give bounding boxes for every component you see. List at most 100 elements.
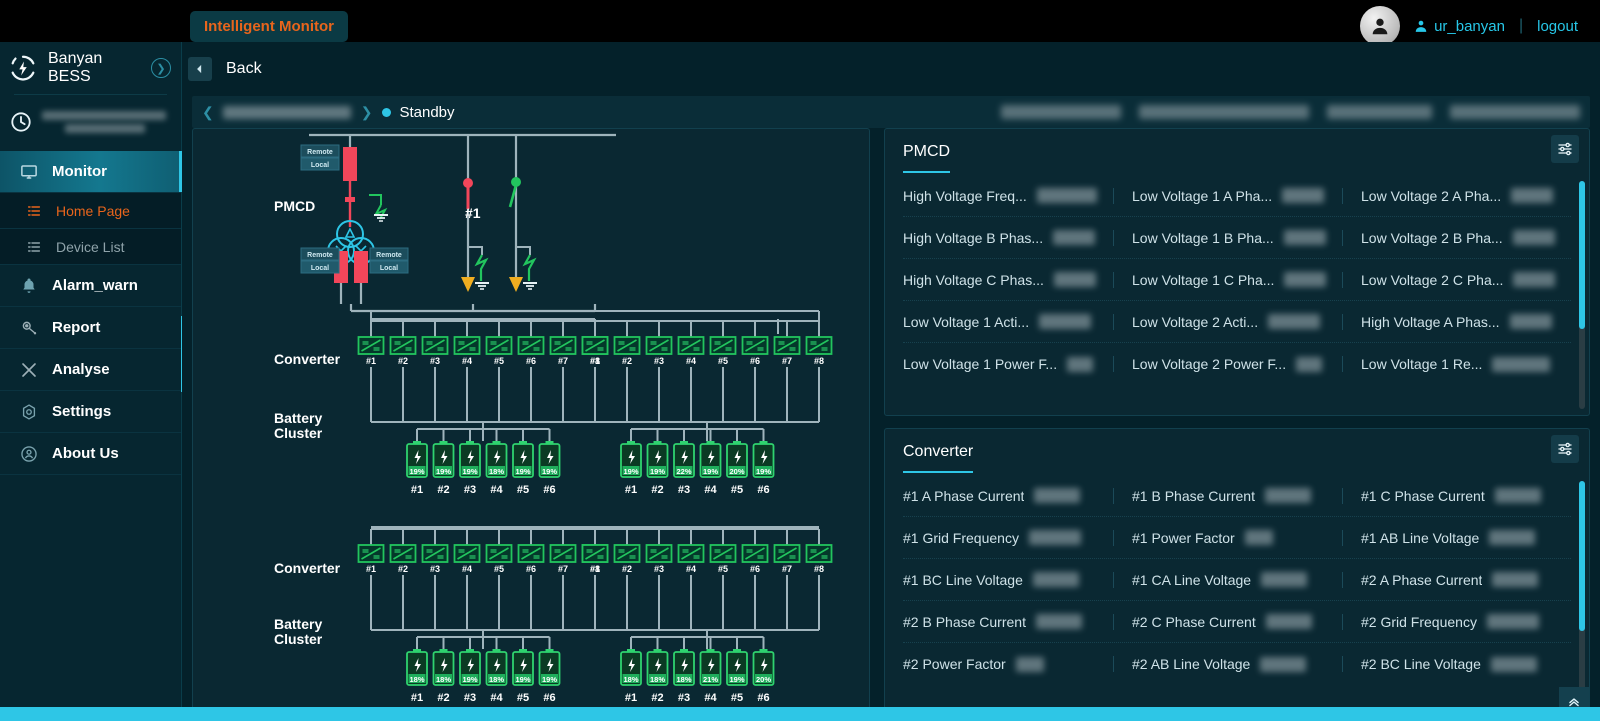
- battery-soc-label: 19%: [650, 467, 665, 476]
- converter-unit-a1-2[interactable]: [389, 336, 417, 355]
- battery-soc-label: 19%: [462, 467, 477, 476]
- sidebar-item-label: About Us: [52, 445, 119, 462]
- sidebar-item-device-list[interactable]: Device List: [0, 229, 181, 265]
- converter-unit-b2-2[interactable]: [613, 544, 641, 563]
- converter-label: #3: [430, 564, 440, 574]
- battery-soc-label: 18%: [623, 675, 638, 684]
- converter-label: #7: [558, 356, 568, 366]
- sidebar-item-alarm-warn[interactable]: Alarm_warn: [0, 265, 181, 307]
- chevron-right-circle-icon[interactable]: ❯: [151, 58, 171, 78]
- metric-value: [1032, 572, 1079, 587]
- metric-value: [1284, 272, 1327, 287]
- metric-label: #2 Grid Frequency: [1361, 613, 1477, 630]
- user-avatar-icon[interactable]: [1360, 6, 1401, 46]
- username-display[interactable]: ur_banyan: [1414, 18, 1505, 35]
- clock-icon: [11, 112, 31, 132]
- converter-unit-a2-1[interactable]: [357, 544, 385, 563]
- sidebar-item-about-us[interactable]: About Us: [0, 433, 181, 475]
- converter-unit-a1-6[interactable]: [517, 336, 545, 355]
- metric-label: #1 BC Line Voltage: [903, 571, 1023, 588]
- metric-item: #2 C Phase Current: [1113, 613, 1342, 630]
- converter-unit-a2-5[interactable]: [485, 544, 513, 563]
- chevron-right-icon[interactable]: ❯: [361, 104, 373, 121]
- metric-label: #1 B Phase Current: [1132, 487, 1255, 504]
- filter-settings-icon[interactable]: [1551, 135, 1579, 163]
- converter-label: #7: [558, 564, 568, 574]
- scrollbar-thumb[interactable]: [1579, 181, 1585, 329]
- converter-label: #5: [494, 564, 504, 574]
- battery-label: #3: [464, 692, 476, 704]
- filter-settings-icon[interactable]: [1551, 435, 1579, 463]
- converter-unit-b2-5[interactable]: [709, 544, 737, 563]
- converter-unit-a2-6[interactable]: [517, 544, 545, 563]
- metric-value: [1036, 188, 1097, 203]
- converter-unit-b2-1[interactable]: [581, 544, 609, 563]
- user-icon: [1415, 20, 1427, 32]
- converter-unit-a2-2[interactable]: [389, 544, 417, 563]
- sidebar-item-settings[interactable]: Settings: [0, 391, 181, 433]
- converter-unit-b1-6[interactable]: [741, 336, 769, 355]
- converter-label: #4: [686, 356, 696, 366]
- logout-button[interactable]: logout: [1537, 18, 1578, 35]
- metric-row: #1 Grid Frequency #1 Power Factor #1 AB Li…: [903, 517, 1571, 559]
- converter-unit-a1-1[interactable]: [357, 336, 385, 355]
- converter-unit-a1-4[interactable]: [453, 336, 481, 355]
- metric-value: [1282, 188, 1325, 203]
- clock-info-row: [0, 95, 181, 149]
- metric-value: [1265, 614, 1312, 629]
- metric-item: #2 Power Factor: [903, 656, 1113, 672]
- converter-unit-b1-5[interactable]: [709, 336, 737, 355]
- converter-label: #3: [654, 564, 664, 574]
- converter-unit-a2-4[interactable]: [453, 544, 481, 563]
- converter-unit-b2-6[interactable]: [741, 544, 769, 563]
- battery-label: #4: [490, 692, 503, 704]
- converter-unit-b1-1[interactable]: [581, 336, 609, 355]
- metric-label: High Voltage B Phas...: [903, 229, 1044, 246]
- converter-unit-a1-5[interactable]: [485, 336, 513, 355]
- back-button[interactable]: [188, 57, 212, 81]
- metric-value: [1489, 530, 1536, 545]
- battery-soc-label: 18%: [489, 467, 504, 476]
- battery-label: #6: [757, 692, 769, 704]
- battery-soc-label: 18%: [676, 675, 691, 684]
- converter-label: #6: [526, 564, 536, 574]
- sidebar-item-label: Settings: [52, 403, 112, 420]
- converter-unit-b1-8[interactable]: [805, 336, 833, 355]
- list-icon: [27, 205, 41, 216]
- converter-unit-a1-7[interactable]: [549, 336, 577, 355]
- metric-value: [1494, 488, 1541, 503]
- brand-name: Banyan BESS: [48, 50, 103, 85]
- brand-header: Banyan BESS ❯: [0, 42, 181, 94]
- sidebar-item-home-page[interactable]: Home Page: [0, 193, 181, 229]
- converter-unit-b2-4[interactable]: [677, 544, 705, 563]
- metric-value: [1490, 656, 1537, 672]
- tab-intelligent-monitor[interactable]: Intelligent Monitor: [190, 10, 348, 42]
- converter-label: #4: [686, 564, 696, 574]
- converter-unit-b2-8[interactable]: [805, 544, 833, 563]
- sidebar-item-report[interactable]: Report: [0, 307, 181, 349]
- status-pill: [1450, 105, 1580, 119]
- chevron-left-icon[interactable]: ❮: [202, 104, 214, 121]
- metric-label: Low Voltage 2 B Pha...: [1361, 229, 1503, 246]
- converter-label: #5: [494, 356, 504, 366]
- metric-item: High Voltage A Phas...: [1342, 313, 1571, 330]
- converter-unit-b1-4[interactable]: [677, 336, 705, 355]
- metric-item: #1 CA Line Voltage: [1113, 571, 1342, 588]
- converter-unit-b2-3[interactable]: [645, 544, 673, 563]
- converter-unit-a2-7[interactable]: [549, 544, 577, 563]
- metric-row: Low Voltage 1 Acti... Low Voltage 2 Acti.…: [903, 301, 1571, 343]
- converter-unit-b2-7[interactable]: [773, 544, 801, 563]
- converter-unit-b1-2[interactable]: [613, 336, 641, 355]
- status-pill: [1001, 105, 1121, 119]
- metric-row: #1 BC Line Voltage #1 CA Line Voltage #2 A…: [903, 559, 1571, 601]
- sidebar-item-monitor[interactable]: Monitor: [0, 151, 182, 193]
- sidebar-item-analyse[interactable]: Analyse: [0, 349, 181, 391]
- converter-unit-a1-3[interactable]: [421, 336, 449, 355]
- scrollbar-thumb[interactable]: [1579, 481, 1585, 631]
- converter-unit-a2-3[interactable]: [421, 544, 449, 563]
- converter-unit-b1-3[interactable]: [645, 336, 673, 355]
- metric-item: Low Voltage 2 A Pha...: [1342, 187, 1571, 204]
- battery-label: #1: [625, 692, 637, 704]
- converter-unit-b1-7[interactable]: [773, 336, 801, 355]
- converter-label: #1: [590, 356, 600, 366]
